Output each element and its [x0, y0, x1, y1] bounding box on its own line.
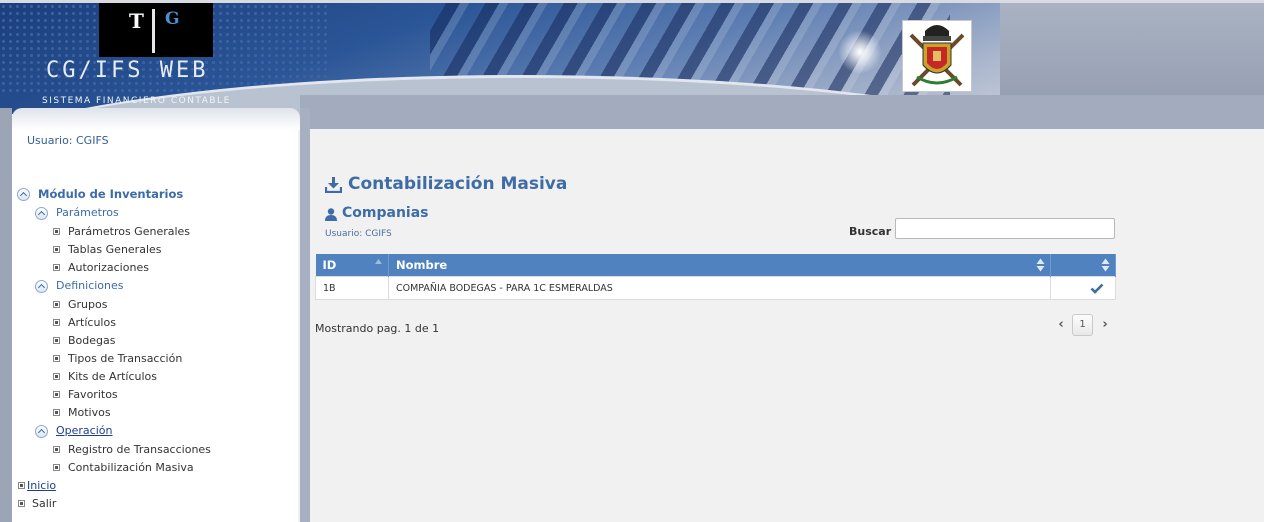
bullet-icon [53, 319, 60, 326]
sort-asc-icon [375, 259, 382, 264]
bullet-icon [53, 391, 60, 398]
nav-item-motivos[interactable]: Motivos [68, 406, 111, 419]
banner-band [300, 95, 1268, 129]
cell-select[interactable] [1050, 276, 1116, 300]
sidebar-cap [12, 108, 300, 130]
column-header-select[interactable] [1050, 254, 1116, 277]
download-icon [325, 177, 342, 193]
pagination: ‹ 1 › [1052, 314, 1114, 336]
bullet-icon [18, 482, 25, 489]
nav-item-kits-articulos[interactable]: Kits de Artículos [68, 370, 157, 383]
table-row[interactable]: 1B COMPAÑIA BODEGAS - PARA 1C ESMERALDAS [315, 276, 1116, 300]
window-right-edge [1264, 0, 1268, 522]
nav-item-articulos[interactable]: Artículos [68, 316, 116, 329]
cell-id: 1B [315, 276, 389, 300]
crest-icon [909, 25, 965, 87]
logo-letter-g: G [165, 9, 180, 29]
nav-module-inventarios[interactable]: Módulo de Inventarios [38, 187, 183, 201]
coat-of-arms-logo [902, 20, 972, 92]
nav-item-contabilizacion-masiva[interactable]: Contabilización Masiva [68, 461, 194, 474]
nav-item-bodegas[interactable]: Bodegas [68, 334, 115, 347]
chevron-left-icon[interactable]: ‹ [1054, 318, 1068, 332]
collapse-icon[interactable] [35, 425, 48, 438]
page-title: Contabilización Masiva [348, 174, 568, 194]
pagination-status: Mostrando pag. 1 de 1 [315, 322, 440, 335]
nav-section-definiciones[interactable]: Definiciones [56, 279, 124, 292]
column-header-id[interactable]: ID [315, 254, 389, 277]
bullet-icon [53, 337, 60, 344]
bullet-icon [18, 500, 25, 507]
nav-section-operacion[interactable]: Operación [56, 424, 112, 437]
collapse-icon[interactable] [35, 207, 48, 220]
sort-icon [1036, 258, 1045, 272]
bullet-icon [53, 355, 60, 362]
nav-inicio-link[interactable]: Inicio [27, 479, 56, 492]
bullet-icon [53, 264, 60, 271]
app-subtitle: SISTEMA FINANCIERO CONTABLE [42, 96, 231, 106]
nav-item-favoritos[interactable]: Favoritos [68, 388, 118, 401]
bullet-icon [53, 228, 60, 235]
user-icon [325, 208, 337, 221]
chevron-right-icon[interactable]: › [1098, 318, 1112, 332]
column-header-nombre-label: Nombre [396, 258, 448, 272]
nav-item-tablas-generales[interactable]: Tablas Generales [68, 243, 162, 256]
tg-logo: T G [99, 3, 213, 57]
nav-item-parametros-generales[interactable]: Parámetros Generales [68, 225, 190, 238]
bullet-icon [53, 373, 60, 380]
nav-section-parametros[interactable]: Parámetros [56, 206, 119, 219]
logo-divider [152, 9, 155, 53]
bullet-icon [53, 446, 60, 453]
bullet-icon [53, 246, 60, 253]
cell-nombre: COMPAÑIA BODEGAS - PARA 1C ESMERALDAS [388, 276, 1051, 300]
collapse-icon[interactable] [17, 188, 30, 201]
banner-glow [838, 30, 882, 74]
section-title: Companias [342, 205, 429, 221]
nav-salir-link[interactable]: Salir [32, 497, 56, 510]
grid-header-row: ID Nombre [315, 254, 1116, 277]
nav-item-grupos[interactable]: Grupos [68, 298, 107, 311]
logo-letter-t: T [129, 9, 144, 33]
nav-item-tipos-transaccion[interactable]: Tipos de Transacción [68, 352, 182, 365]
search-label: Buscar [849, 225, 892, 238]
collapse-icon[interactable] [35, 280, 48, 293]
content-user-label: Usuario: CGIFS [325, 229, 392, 239]
page-number-button[interactable]: 1 [1072, 314, 1093, 336]
column-header-id-label: ID [322, 258, 337, 272]
search-input[interactable] [895, 218, 1115, 239]
nav-item-autorizaciones[interactable]: Autorizaciones [68, 261, 149, 274]
checkmark-icon[interactable] [1090, 283, 1104, 294]
companies-grid: ID Nombre 1B COMPAÑIA BODEGAS - PARA 1C … [315, 254, 1116, 300]
sidebar-user-label: Usuario: CGIFS [27, 134, 109, 147]
sort-icon [1101, 258, 1110, 272]
bullet-icon [53, 301, 60, 308]
app-title: CG/IFS WEB [46, 58, 209, 83]
sidebar-frame-left [0, 108, 12, 522]
bullet-icon [53, 464, 60, 471]
column-header-nombre[interactable]: Nombre [388, 254, 1051, 277]
bullet-icon [53, 409, 60, 416]
nav-item-registro-transacciones[interactable]: Registro de Transacciones [68, 443, 211, 456]
sidebar-frame-right [300, 108, 310, 522]
